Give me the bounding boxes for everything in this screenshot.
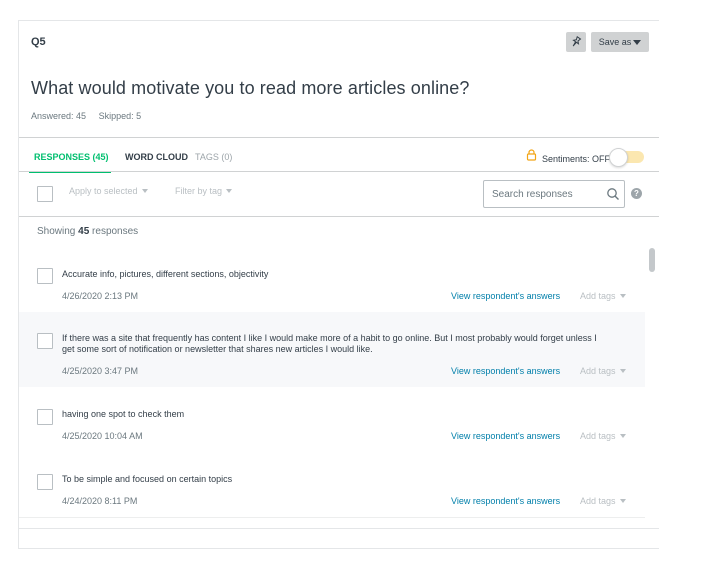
chevron-down-icon: [633, 39, 642, 45]
save-as-button[interactable]: Save as: [591, 32, 649, 52]
response-checkbox[interactable]: [37, 268, 53, 284]
view-respondent-link[interactable]: View respondent's answers: [451, 496, 560, 506]
tab-responses[interactable]: RESPONSES (45): [34, 152, 109, 162]
filter-by-tag-label: Filter by tag: [175, 186, 223, 196]
chevron-down-icon: [619, 434, 626, 438]
response-checkbox[interactable]: [37, 474, 53, 490]
lock-icon: [526, 149, 537, 161]
filter-by-tag-dropdown[interactable]: Filter by tag: [175, 186, 233, 196]
list-item: To be simple and focused on certain topi…: [19, 452, 645, 518]
add-tags-dropdown[interactable]: Add tags: [580, 496, 626, 506]
sentiments-toggle[interactable]: [609, 148, 644, 167]
chevron-down-icon: [141, 189, 148, 193]
response-checkbox[interactable]: [37, 333, 53, 349]
response-text: To be simple and focused on certain topi…: [62, 474, 233, 484]
response-text: If there was a site that frequently has …: [62, 333, 597, 354]
list-item: having one spot to check them 4/25/2020 …: [19, 387, 645, 453]
add-tags-dropdown[interactable]: Add tags: [580, 431, 626, 441]
skipped-count: Skipped: 5: [98, 111, 142, 121]
answered-count: Answered: 45: [31, 111, 87, 121]
response-date: 4/26/2020 2:13 PM: [62, 291, 139, 301]
add-tags-dropdown[interactable]: Add tags: [580, 366, 626, 376]
divider: [19, 528, 659, 529]
sentiments-label: Sentiments: OFF: [542, 154, 611, 164]
question-title: What would motivate you to read more art…: [31, 78, 470, 98]
response-date: 4/25/2020 10:04 AM: [62, 431, 143, 441]
pin-button[interactable]: [566, 32, 586, 52]
scrollbar-thumb[interactable]: [649, 248, 655, 272]
question-number: Q5: [31, 36, 46, 48]
response-checkbox[interactable]: [37, 409, 53, 425]
response-text: having one spot to check them: [62, 409, 185, 419]
question-stats: Answered: 45 Skipped: 5: [31, 111, 151, 121]
divider: [19, 171, 659, 172]
question-summary-card: Q5 Save as What would motivate you to re…: [18, 20, 659, 549]
showing-count: Showing 45 responses: [37, 226, 139, 237]
chevron-down-icon: [619, 294, 626, 298]
response-count: 45: [78, 226, 90, 237]
response-text: Accurate info, pictures, different secti…: [62, 269, 269, 279]
list-item: If there was a site that frequently has …: [19, 312, 645, 388]
responses-list: Accurate info, pictures, different secti…: [19, 248, 645, 528]
view-respondent-link[interactable]: View respondent's answers: [451, 291, 560, 301]
divider: [19, 137, 659, 138]
list-item: Accurate info, pictures, different secti…: [19, 248, 645, 313]
save-as-label: Save as: [598, 37, 632, 47]
apply-to-selected-label: Apply to selected: [69, 186, 138, 196]
view-respondent-link[interactable]: View respondent's answers: [451, 431, 560, 441]
help-icon[interactable]: ?: [631, 188, 642, 199]
pin-icon: [572, 36, 582, 47]
divider: [19, 216, 659, 217]
chevron-down-icon: [226, 189, 233, 193]
chevron-down-icon: [619, 369, 626, 373]
search-input[interactable]: Search responses: [483, 180, 625, 208]
tab-tags[interactable]: TAGS (0): [195, 152, 232, 162]
add-tags-dropdown[interactable]: Add tags: [580, 291, 626, 301]
view-respondent-link[interactable]: View respondent's answers: [451, 366, 560, 376]
search-placeholder: Search responses: [492, 189, 573, 200]
select-all-checkbox[interactable]: [37, 186, 53, 202]
response-date: 4/24/2020 8:11 PM: [62, 496, 138, 506]
tab-word-cloud[interactable]: WORD CLOUD: [125, 152, 188, 162]
chevron-down-icon: [619, 499, 626, 503]
apply-to-selected-dropdown[interactable]: Apply to selected: [69, 186, 148, 196]
toggle-knob: [609, 148, 628, 167]
search-icon[interactable]: [606, 187, 620, 201]
responses-scrollbar[interactable]: [649, 248, 655, 528]
response-date: 4/25/2020 3:47 PM: [62, 366, 139, 376]
